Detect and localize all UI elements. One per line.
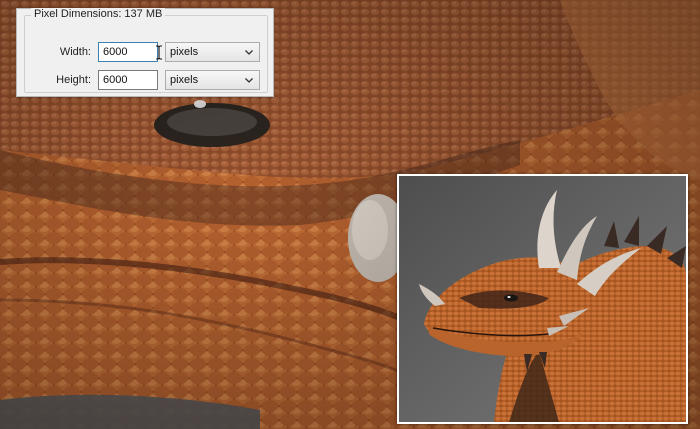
pixel-dimensions-group: Pixel Dimensions:137 MB Width: pixels He… [24,8,268,93]
height-unit-select[interactable]: pixels [165,70,260,90]
text-cursor-icon [156,45,162,60]
width-label: Width: [59,46,91,58]
height-input[interactable] [98,70,158,90]
dragon-preview-art [399,176,686,422]
chevron-down-icon [245,50,253,55]
height-label: Height: [56,74,91,86]
pixel-dimensions-size: 137 MB [124,8,163,20]
width-unit-value: pixels [170,46,199,58]
chevron-down-icon [245,78,253,83]
dragon-preview-image [397,174,688,424]
canvas-area: Pixel Dimensions:137 MB Width: pixels He… [0,0,700,429]
pixel-dimensions-legend: Pixel Dimensions: 137 MB [31,8,166,20]
image-size-dialog: Pixel Dimensions:137 MB Width: pixels He… [16,8,274,97]
width-input[interactable] [98,42,158,62]
height-unit-value: pixels [170,74,199,86]
pixel-dimensions-label: Pixel Dimensions: [34,8,122,20]
width-unit-select[interactable]: pixels [165,42,260,62]
